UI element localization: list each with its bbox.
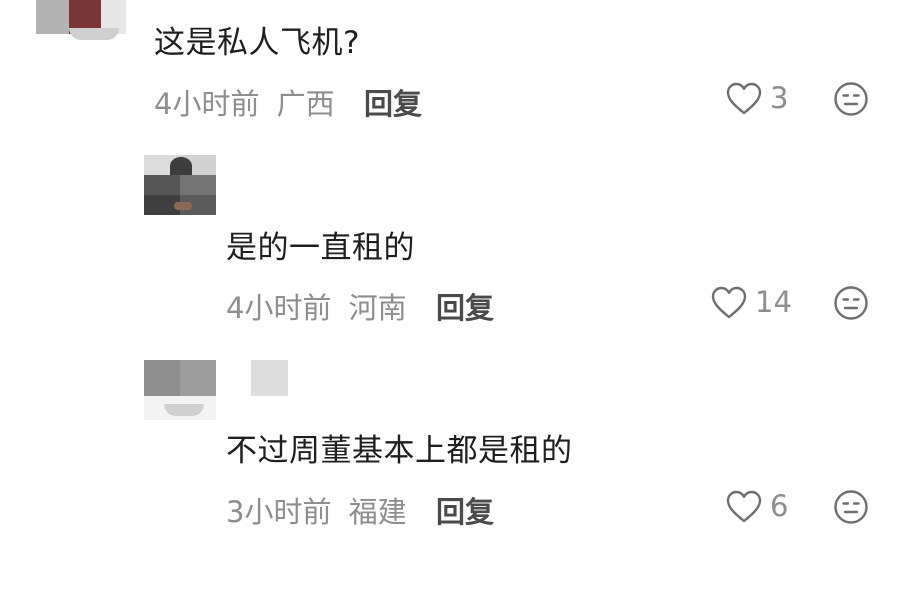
comment-location: 福建 <box>348 495 407 529</box>
like-count: 6 <box>770 489 789 523</box>
comment-text: 不过周董基本上都是租的 <box>226 433 573 469</box>
avatar[interactable] <box>144 155 216 215</box>
comment-time: 4小时前 <box>226 291 332 325</box>
avatar[interactable] <box>36 0 126 40</box>
comment-meta: 4小时前 河南 <box>226 285 407 327</box>
comment-text: 这是私人飞机? <box>154 25 360 61</box>
comment-location: 河南 <box>348 291 407 325</box>
comment-time: 3小时前 <box>226 495 332 529</box>
reply-button[interactable]: 回复 <box>436 489 494 531</box>
meh-face-icon[interactable] <box>833 81 869 117</box>
comment-time: 4小时前 <box>154 87 260 121</box>
avatar[interactable] <box>144 360 292 420</box>
reply-button[interactable]: 回复 <box>436 285 494 327</box>
like-count: 14 <box>755 285 792 319</box>
comment-meta: 4小时前 广西 <box>154 81 335 123</box>
reply-button[interactable]: 回复 <box>364 81 422 123</box>
comment-meta: 3小时前 福建 <box>226 489 407 531</box>
heart-icon[interactable] <box>726 82 762 116</box>
like-count: 3 <box>770 81 789 115</box>
meh-face-icon[interactable] <box>833 489 869 525</box>
heart-icon[interactable] <box>726 490 762 524</box>
comment-text: 是的一直租的 <box>226 230 415 266</box>
comment-location: 广西 <box>276 87 335 121</box>
meh-face-icon[interactable] <box>833 285 869 321</box>
heart-icon[interactable] <box>711 286 747 320</box>
